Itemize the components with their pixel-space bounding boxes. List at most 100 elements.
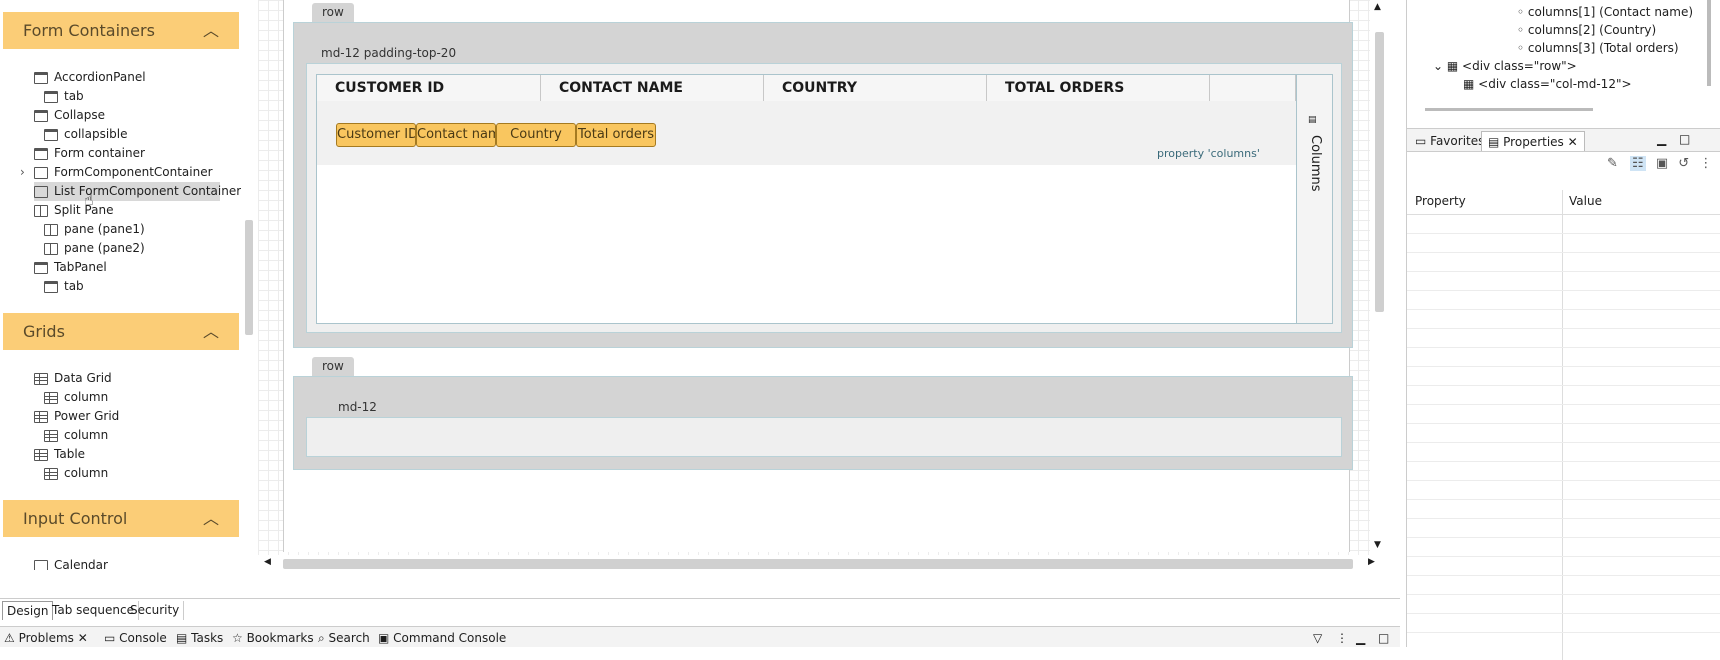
palette-item-formcomponentcontainer[interactable]: › FormComponentContainer bbox=[20, 163, 213, 182]
palette-item-pane2[interactable]: pane (pane2) bbox=[44, 239, 145, 258]
tab-console[interactable]: ▭ Console bbox=[104, 629, 167, 647]
palette-item-split-pane[interactable]: Split Pane bbox=[34, 201, 113, 220]
palette-item-list-formcomponent-container[interactable]: List FormComponent Container bbox=[34, 182, 241, 201]
tab-search[interactable]: ⌕ Search bbox=[318, 629, 370, 647]
column-header[interactable]: TOTAL ORDERS bbox=[987, 75, 1210, 101]
section-form-containers[interactable]: Form Containers ︿ bbox=[3, 12, 239, 49]
palette-item-tab[interactable]: tab bbox=[44, 87, 84, 106]
outline-hscroll[interactable] bbox=[1425, 108, 1593, 111]
palette-item-form-container[interactable]: Form container bbox=[34, 144, 145, 163]
scroll-thumb[interactable] bbox=[283, 559, 1353, 569]
row-tag[interactable]: row bbox=[312, 3, 354, 22]
row-container-2[interactable]: md-12 bbox=[293, 376, 1353, 470]
chevron-up-icon[interactable]: ︿ bbox=[203, 12, 219, 49]
list-formcomponent-grid[interactable]: CUSTOMER ID CONTACT NAME COUNTRY TOTAL O… bbox=[316, 74, 1333, 324]
scroll-up-icon[interactable]: ▲ bbox=[1374, 2, 1381, 12]
star-icon: ☆ bbox=[232, 631, 247, 645]
design-canvas[interactable]: row md-12 padding-top-20 CUSTOMER ID CON… bbox=[258, 0, 1383, 555]
folder-icon bbox=[34, 147, 48, 160]
form-component-icon bbox=[34, 166, 48, 179]
md12-tag-2[interactable]: md-12 bbox=[328, 398, 387, 417]
chevron-down-icon[interactable]: ⌄ bbox=[1433, 59, 1447, 73]
palette-item-table[interactable]: Table bbox=[34, 445, 85, 464]
calendar-icon bbox=[34, 559, 48, 570]
maximize-icon[interactable]: □ bbox=[1679, 132, 1690, 146]
column-chip[interactable]: Country bbox=[496, 123, 576, 147]
chevron-up-icon[interactable]: ︿ bbox=[203, 313, 219, 350]
column-header[interactable]: CONTACT NAME bbox=[541, 75, 764, 101]
chevron-right-icon[interactable]: › bbox=[20, 163, 34, 182]
canvas-horizontal-scrollbar[interactable]: ◀ ▶ bbox=[258, 555, 1383, 572]
chevron-up-icon[interactable]: ︿ bbox=[203, 500, 219, 537]
close-icon[interactable]: ✕ bbox=[78, 631, 88, 645]
pin-icon[interactable]: ✎ bbox=[1607, 156, 1618, 171]
scroll-thumb[interactable] bbox=[1375, 32, 1384, 312]
section-grids[interactable]: Grids ︿ bbox=[3, 313, 239, 350]
column-chip[interactable]: Total orders bbox=[576, 123, 656, 147]
column-divider bbox=[1562, 190, 1563, 660]
column-chip[interactable]: Contact nam bbox=[416, 123, 496, 147]
palette-item-pane1[interactable]: pane (pane1) bbox=[44, 220, 145, 239]
terminal-icon: ▣ bbox=[378, 631, 394, 645]
column-header[interactable]: COUNTRY bbox=[764, 75, 987, 101]
scroll-down-icon[interactable]: ▼ bbox=[1374, 540, 1381, 550]
outline-item[interactable]: ◦ columns[3] (Total orders) bbox=[1517, 39, 1679, 57]
maximize-icon[interactable]: □ bbox=[1378, 629, 1389, 647]
outline-item-col[interactable]: ▦ <div class="col-md-12"> bbox=[1463, 75, 1632, 93]
outline-item[interactable]: ◦ columns[2] (Country) bbox=[1517, 21, 1656, 39]
md12-container[interactable]: CUSTOMER ID CONTACT NAME COUNTRY TOTAL O… bbox=[306, 63, 1342, 333]
scroll-thumb[interactable] bbox=[245, 220, 253, 335]
tab-favorites[interactable]: ▭ Favorites bbox=[1409, 131, 1490, 151]
row-tag-2[interactable]: row bbox=[312, 357, 354, 376]
tab-command-console[interactable]: ▣ Command Console bbox=[378, 629, 506, 647]
palette-item-column[interactable]: column bbox=[44, 388, 108, 407]
props-table-header: Property Value bbox=[1407, 190, 1720, 660]
canvas-vertical-scrollbar[interactable]: ▲ ▼ bbox=[1370, 0, 1388, 555]
palette-item-calendar[interactable]: Calendar bbox=[34, 556, 108, 570]
tab-properties[interactable]: ▤ Properties ✕ bbox=[1481, 131, 1585, 151]
outline-item[interactable]: ◦ columns[1] (Contact name) bbox=[1517, 3, 1693, 21]
more-icon[interactable]: ⋮ bbox=[1699, 156, 1712, 171]
palette-item-column-2[interactable]: column bbox=[44, 426, 108, 445]
scroll-right-icon[interactable]: ▶ bbox=[1368, 557, 1375, 567]
palette-item-column-3[interactable]: column bbox=[44, 464, 108, 483]
categories-icon[interactable]: ☷ bbox=[1630, 156, 1646, 171]
minimize-icon[interactable]: ▁ bbox=[1356, 629, 1365, 647]
row-container[interactable]: md-12 padding-top-20 CUSTOMER ID CONTACT… bbox=[293, 22, 1353, 348]
form-page: row md-12 padding-top-20 CUSTOMER ID CON… bbox=[283, 0, 1353, 552]
section-input-control[interactable]: Input Control ︿ bbox=[3, 500, 239, 537]
section-title: Input Control bbox=[23, 509, 128, 528]
palette-scrollbar[interactable] bbox=[241, 0, 256, 570]
outline-item-row[interactable]: ⌄ ▦ <div class="row"> bbox=[1433, 57, 1577, 75]
palette-item-power-grid[interactable]: Power Grid bbox=[34, 407, 119, 426]
outline-vscroll[interactable] bbox=[1707, 0, 1711, 86]
palette-item-collapse[interactable]: Collapse bbox=[34, 106, 105, 125]
md12-container-2[interactable] bbox=[306, 417, 1342, 457]
column-chip[interactable]: Customer ID bbox=[336, 123, 416, 147]
tab-bookmarks[interactable]: ☆ Bookmarks bbox=[232, 629, 314, 647]
value-column-header[interactable]: Value bbox=[1569, 194, 1602, 208]
minimize-icon[interactable]: ▁ bbox=[1657, 132, 1666, 146]
palette-item-accordionpanel[interactable]: AccordionPanel bbox=[34, 68, 146, 87]
folder-icon bbox=[44, 90, 58, 103]
filter-icon[interactable]: ▽ bbox=[1313, 629, 1322, 647]
palette-item-tabpanel[interactable]: TabPanel bbox=[34, 258, 107, 277]
tab-problems[interactable]: ⚠ Problems ✕ bbox=[4, 629, 88, 647]
palette-item-tab-2[interactable]: tab bbox=[44, 277, 84, 296]
scroll-left-icon[interactable]: ◀ bbox=[264, 557, 271, 567]
restore-icon[interactable]: ↺ bbox=[1678, 156, 1689, 171]
column-header[interactable]: CUSTOMER ID bbox=[317, 75, 541, 101]
table-icon bbox=[34, 448, 48, 461]
tab-tasks[interactable]: ▤ Tasks bbox=[176, 629, 223, 647]
tab-design[interactable]: Design bbox=[2, 601, 54, 620]
property-column-header[interactable]: Property bbox=[1415, 194, 1466, 208]
advanced-icon[interactable]: ▣ bbox=[1656, 156, 1668, 171]
more-icon[interactable]: ⋮ bbox=[1336, 629, 1348, 647]
tab-security[interactable]: Security bbox=[126, 601, 185, 620]
palette-item-collapsible[interactable]: collapsible bbox=[44, 125, 128, 144]
palette-item-data-grid[interactable]: Data Grid bbox=[34, 369, 112, 388]
columns-side-tab[interactable]: ▤ Columns bbox=[1296, 75, 1332, 323]
close-icon[interactable]: ✕ bbox=[1568, 135, 1578, 149]
md12-tag[interactable]: md-12 padding-top-20 bbox=[311, 44, 467, 63]
console-icon: ▭ bbox=[104, 631, 120, 645]
